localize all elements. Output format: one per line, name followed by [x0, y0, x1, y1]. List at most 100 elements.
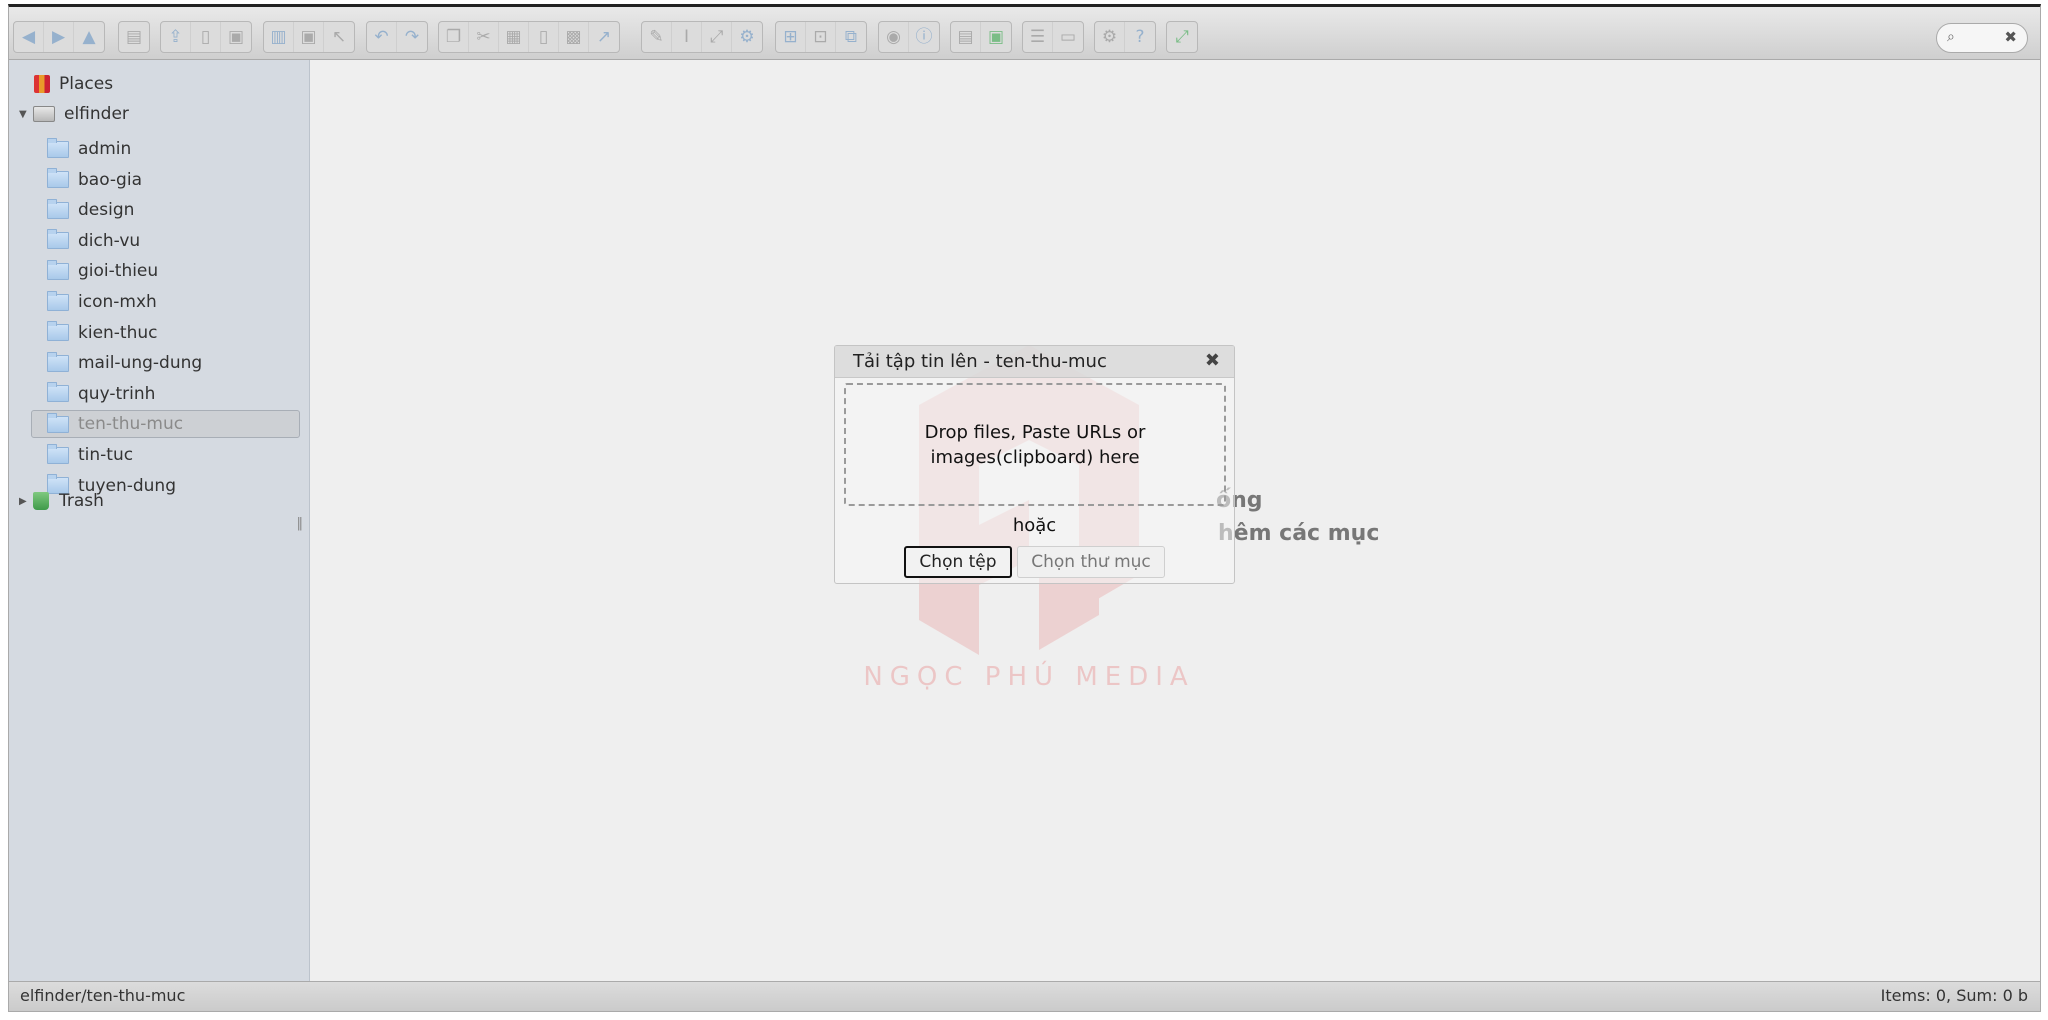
redo-icon[interactable]: ↷ — [397, 22, 427, 52]
save-icon[interactable]: ▣ — [221, 22, 251, 52]
sidebar-folder-label: design — [78, 200, 135, 221]
duplicate-icon[interactable]: ▯ — [529, 22, 559, 52]
select-icon[interactable]: ↖ — [324, 22, 354, 52]
folder-icon — [47, 229, 69, 250]
fullscreen-group: ⤢ — [1166, 21, 1198, 53]
dialog-titlebar[interactable]: Tải tập tin lên - ten-thu-muc ✖ — [835, 346, 1234, 378]
sidebar-folder-bao-gia[interactable]: bao-gia — [47, 166, 142, 194]
search-box: ⌕ ✖ — [1936, 23, 2028, 53]
upload-icon[interactable]: ⇪ — [161, 22, 191, 52]
search-icon[interactable]: ⌕ — [1947, 29, 1955, 45]
sidebar-folder-label: bao-gia — [78, 169, 142, 190]
folder-icon — [47, 321, 69, 342]
sidebar-folder-admin[interactable]: admin — [47, 135, 131, 163]
sidebar-folder-kien-thuc[interactable]: kien-thuc — [47, 319, 158, 347]
select-all-icon[interactable]: ⊞ — [776, 22, 806, 52]
choose-folder-button[interactable]: Chọn thư mục — [1017, 546, 1165, 578]
folder-icon — [47, 259, 69, 280]
sidebar-folder-gioi-thieu[interactable]: gioi-thieu — [47, 257, 158, 285]
folder-icon — [47, 443, 69, 464]
resize-icon[interactable]: ⤢ — [702, 22, 732, 52]
open-icon[interactable]: ▥ — [264, 22, 294, 52]
current-path: elfinder/ten-thu-muc — [20, 986, 186, 1005]
places-icon — [34, 75, 50, 93]
sidebar-folder-icon-mxh[interactable]: icon-mxh — [47, 288, 157, 316]
copy-icon[interactable]: ❐ — [439, 22, 469, 52]
upload-dialog: Tải tập tin lên - ten-thu-muc ✖ Drop fil… — [834, 345, 1235, 584]
sidebar-folder-label: ten-thu-muc — [78, 414, 184, 435]
modify-group: ✎ Ⅰ ⤢ ⚙ — [641, 21, 763, 53]
open-group: ▥ ▣ ↖ — [263, 21, 355, 53]
statusbar: elfinder/ten-thu-muc Items: 0, Sum: 0 b — [9, 981, 2040, 1011]
expand-arrow-icon[interactable]: ▶ — [19, 496, 33, 507]
sidebar-folder-quy-trinh[interactable]: quy-trinh — [47, 380, 155, 408]
folder-icon — [47, 412, 69, 433]
extract-icon[interactable]: ▤ — [951, 22, 981, 52]
sidebar-folder-label: icon-mxh — [78, 292, 157, 312]
folder-icon — [47, 198, 69, 219]
choose-files-button[interactable]: Chọn tệp — [904, 546, 1012, 578]
nav-group: ◀ ▶ ▲ — [13, 21, 105, 53]
sidebar-folder-tin-tuc[interactable]: tin-tuc — [47, 441, 133, 469]
tree-trash[interactable]: ▶ Trash — [19, 487, 104, 515]
home-icon[interactable]: ▤ — [119, 22, 149, 52]
chmod-icon[interactable]: ▣ — [981, 22, 1011, 52]
dropzone-text: Drop files, Paste URLs or images(clipboa… — [924, 421, 1146, 468]
clear-search-icon[interactable]: ✖ — [2004, 28, 2017, 46]
select-invert-icon[interactable]: ⧉ — [836, 22, 866, 52]
archive-icon[interactable]: ⚙ — [732, 22, 762, 52]
tree-places[interactable]: Places — [34, 70, 113, 98]
view-icon[interactable]: ◉ — [879, 22, 909, 52]
close-icon[interactable]: ✖ — [1205, 350, 1220, 371]
sidebar-folder-mail-ung-dung[interactable]: mail-ung-dung — [47, 349, 202, 377]
help-icon[interactable]: ? — [1125, 22, 1155, 52]
sidebar-folder-ten-thu-muc[interactable]: ten-thu-muc — [31, 410, 300, 439]
undo-icon[interactable]: ↶ — [367, 22, 397, 52]
back-icon[interactable]: ◀ — [14, 22, 44, 52]
navbar-tree: Places ▼ elfinder admin bao-gia design dich… — [9, 60, 310, 981]
sidebar-folder-dich-vu[interactable]: dich-vu — [47, 227, 140, 255]
history-group: ↶ ↷ — [366, 21, 428, 53]
settings-icon[interactable]: ⚙ — [1095, 22, 1125, 52]
help-group: ⚙ ? — [1094, 21, 1156, 53]
trash-label: Trash — [59, 491, 104, 511]
rename-icon[interactable]: Ⅰ — [672, 22, 702, 52]
edit-icon[interactable]: ✎ — [642, 22, 672, 52]
sidebar-folder-label: gioi-thieu — [78, 261, 159, 282]
forward-icon[interactable]: ▶ — [44, 22, 74, 52]
selection-group: ⊞ ⊡ ⧉ — [775, 21, 867, 53]
file-group: ⇪ ▯ ▣ — [160, 21, 252, 53]
trash-icon — [33, 492, 49, 510]
elfinder-window: ◀ ▶ ▲ ▤ ⇪ ▯ ▣ ▥ ▣ ↖ ↶ ↷ ❐ ✂ ▦ ▯ ▩ ↗ ✎ Ⅰ … — [8, 4, 2041, 1012]
home-group: ▤ — [118, 21, 150, 53]
or-text: hoặc — [1012, 515, 1057, 536]
sidebar-folder-label: tin-tuc — [78, 445, 134, 465]
up-icon[interactable]: ▲ — [74, 22, 104, 52]
new-file-icon[interactable]: ▯ — [191, 22, 221, 52]
paste-icon[interactable]: ▦ — [499, 22, 529, 52]
archive-group: ▤ ▣ — [950, 21, 1012, 53]
folder-icon — [47, 137, 69, 158]
folder-icon — [47, 351, 69, 372]
tree-root[interactable]: ▼ elfinder — [19, 100, 129, 128]
folder-icon — [47, 290, 69, 311]
sort-icon[interactable]: ▭ — [1053, 22, 1083, 52]
select-none-icon[interactable]: ⊡ — [806, 22, 836, 52]
delete-icon[interactable]: ▩ — [559, 22, 589, 52]
search-input[interactable] — [1967, 28, 2007, 50]
toolbar: ◀ ▶ ▲ ▤ ⇪ ▯ ▣ ▥ ▣ ↖ ↶ ↷ ❐ ✂ ▦ ▯ ▩ ↗ ✎ Ⅰ … — [9, 7, 2040, 60]
folder-icon — [47, 168, 69, 189]
cut-icon[interactable]: ✂ — [469, 22, 499, 52]
list-view-icon[interactable]: ☰ — [1023, 22, 1053, 52]
sidebar-folder-label: quy-trinh — [78, 383, 156, 404]
download-icon[interactable]: ▣ — [294, 22, 324, 52]
sidebar-folder-design[interactable]: design — [47, 196, 134, 224]
edit-group: ❐ ✂ ▦ ▯ ▩ ↗ — [438, 21, 620, 53]
root-label: elfinder — [64, 104, 129, 124]
collapse-arrow-icon[interactable]: ▼ — [19, 109, 33, 120]
sidebar-resize-handle-icon[interactable]: ‖ — [297, 516, 304, 531]
restore-icon[interactable]: ↗ — [589, 22, 619, 52]
dropzone[interactable]: Drop files, Paste URLs or images(clipboa… — [844, 383, 1226, 506]
info-icon[interactable]: ⓘ — [909, 22, 939, 52]
fullscreen-icon[interactable]: ⤢ — [1167, 22, 1197, 52]
